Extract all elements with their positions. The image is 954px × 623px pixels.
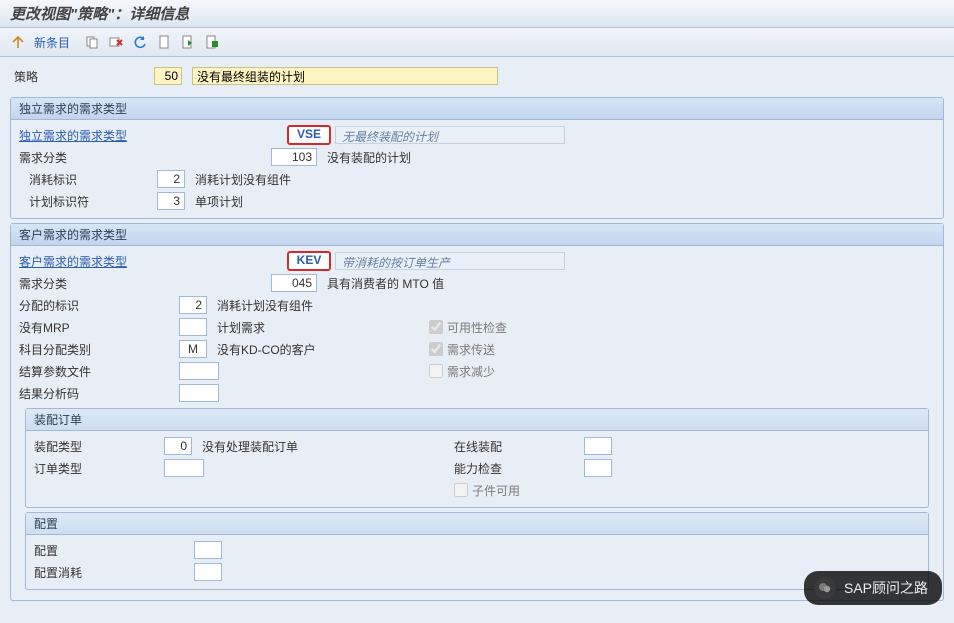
cust-reqtype-value[interactable]: KEV xyxy=(287,251,331,271)
nomrp-value[interactable] xyxy=(179,318,207,336)
settlement-file-value[interactable] xyxy=(179,362,219,380)
panel-cust-req-header: 客户需求的需求类型 xyxy=(11,224,943,246)
cust-reqclass-value: 045 xyxy=(271,274,317,292)
settlement-file-label: 结算参数文件 xyxy=(19,363,179,380)
consume-flag-desc: 消耗计划没有组件 xyxy=(195,171,291,188)
planreq-label: 计划需求 xyxy=(217,319,265,336)
cust-reqtype-desc: 带消耗的按订单生产 xyxy=(335,252,565,270)
indep-reqclass-desc: 没有装配的计划 xyxy=(327,149,411,166)
copy-icon[interactable] xyxy=(82,32,102,52)
cust-reqclass-desc: 具有消费者的 MTO 值 xyxy=(327,275,444,292)
capacity-check-label: 能力检查 xyxy=(454,460,584,477)
order-type-label: 订单类型 xyxy=(34,460,164,477)
consume-flag-value: 2 xyxy=(157,170,185,188)
order-type-value[interactable] xyxy=(164,459,204,477)
watermark: SAP顾问之路 xyxy=(804,571,942,605)
online-asm-label: 在线装配 xyxy=(454,438,584,455)
avail-check-checkbox xyxy=(429,320,443,334)
next-page-icon[interactable] xyxy=(178,32,198,52)
undo-icon[interactable] xyxy=(130,32,150,52)
new-entry-button[interactable]: 新条目 xyxy=(34,34,70,51)
panel-indep-req: 独立需求的需求类型 独立需求的需求类型 VSE 无最终装配的计划 需求分类 10… xyxy=(10,97,944,219)
indep-reqclass-label: 需求分类 xyxy=(19,149,271,166)
panel-indep-req-header: 独立需求的需求类型 xyxy=(11,98,943,120)
account-cat-label: 科目分配类别 xyxy=(19,341,179,358)
req-xfer-checkbox xyxy=(429,342,443,356)
toggle-tree-icon[interactable] xyxy=(8,32,28,52)
avail-check-label: 可用性检查 xyxy=(447,319,507,336)
consume-flag-label: 消耗标识 xyxy=(29,171,157,188)
plan-flag-desc: 单项计划 xyxy=(195,193,243,210)
expand-icon[interactable] xyxy=(202,32,222,52)
account-cat-value: M xyxy=(179,340,207,358)
result-code-value[interactable] xyxy=(179,384,219,402)
nomrp-label: 没有MRP xyxy=(19,319,179,336)
panel-config: 配置 配置 配置消耗 xyxy=(25,512,929,590)
req-reduce-checkbox xyxy=(429,364,443,378)
capacity-check-value[interactable] xyxy=(584,459,612,477)
wechat-icon xyxy=(814,577,836,599)
config-value[interactable] xyxy=(194,541,222,559)
page-icon[interactable] xyxy=(154,32,174,52)
panel-config-header: 配置 xyxy=(26,513,928,535)
cust-reqtype-link[interactable]: 客户需求的需求类型 xyxy=(19,253,289,270)
assembly-type-label: 装配类型 xyxy=(34,438,164,455)
indep-reqclass-value: 103 xyxy=(271,148,317,166)
indep-reqtype-desc: 无最终装配的计划 xyxy=(335,126,565,144)
panel-cust-req: 客户需求的需求类型 客户需求的需求类型 KEV 带消耗的按订单生产 需求分类 0… xyxy=(10,223,944,601)
indep-reqtype-value[interactable]: VSE xyxy=(287,125,331,145)
cust-reqclass-label: 需求分类 xyxy=(19,275,271,292)
plan-flag-value: 3 xyxy=(157,192,185,210)
indep-reqtype-link[interactable]: 独立需求的需求类型 xyxy=(19,127,289,144)
watermark-text: SAP顾问之路 xyxy=(844,578,928,598)
toolbar: 新条目 xyxy=(0,28,954,57)
page-title: 更改视图"策略"：详细信息 xyxy=(0,0,954,28)
header-row: 策略 xyxy=(0,57,954,93)
panel-assembly-order: 装配订单 装配类型 0 没有处理装配订单 订单类型 xyxy=(25,408,929,508)
strategy-label: 策略 xyxy=(14,68,144,85)
config-consume-label: 配置消耗 xyxy=(34,564,194,581)
strategy-code-input[interactable] xyxy=(154,67,182,85)
req-reduce-label: 需求减少 xyxy=(447,363,495,380)
child-avail-checkbox xyxy=(454,483,468,497)
assembly-type-value: 0 xyxy=(164,437,192,455)
alloc-flag-desc: 消耗计划没有组件 xyxy=(217,297,313,314)
delete-icon[interactable] xyxy=(106,32,126,52)
config-consume-value[interactable] xyxy=(194,563,222,581)
alloc-flag-label: 分配的标识 xyxy=(19,297,179,314)
strategy-desc-input[interactable] xyxy=(192,67,498,85)
result-code-label: 结果分析码 xyxy=(19,385,179,402)
config-label: 配置 xyxy=(34,542,194,559)
req-xfer-label: 需求传送 xyxy=(447,341,495,358)
assembly-type-desc: 没有处理装配订单 xyxy=(202,438,298,455)
panel-assembly-order-header: 装配订单 xyxy=(26,409,928,431)
child-avail-label: 子件可用 xyxy=(472,482,520,499)
plan-flag-label: 计划标识符 xyxy=(29,193,157,210)
alloc-flag-value: 2 xyxy=(179,296,207,314)
online-asm-value[interactable] xyxy=(584,437,612,455)
account-cat-desc: 没有KD-CO的客户 xyxy=(217,341,316,358)
